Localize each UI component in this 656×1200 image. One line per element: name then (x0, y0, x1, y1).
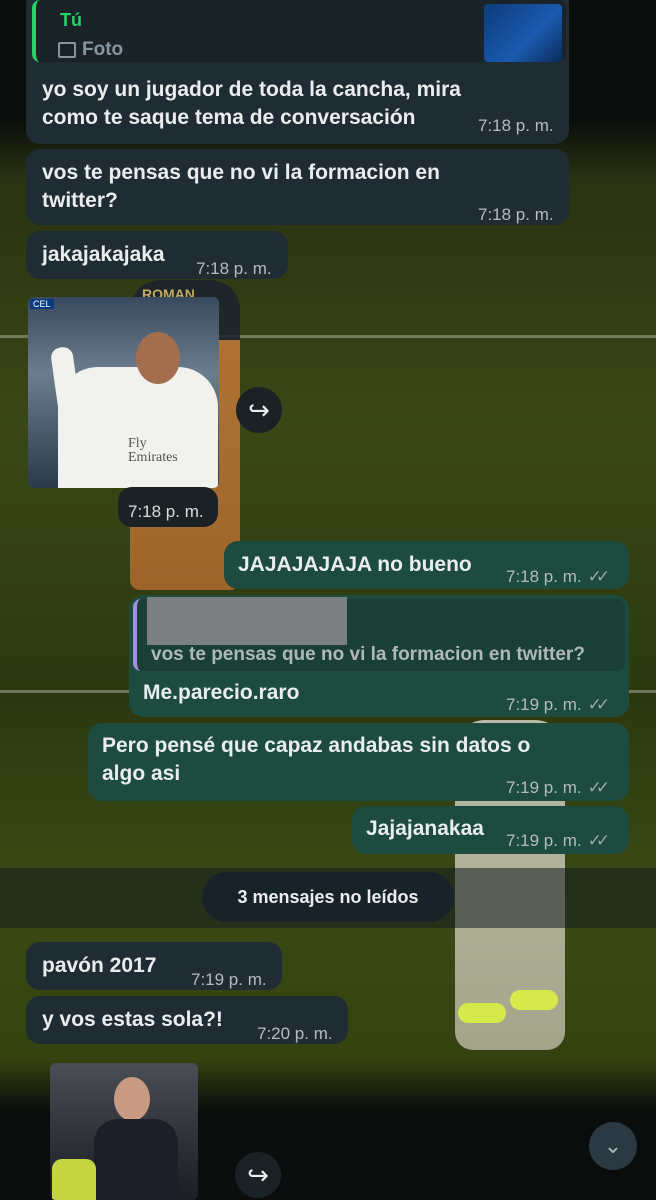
quoted-text: vos te pensas que no vi la formacion en … (151, 644, 585, 665)
message-time: 7:18 p. m. (506, 567, 582, 586)
message-bubble-incoming[interactable]: y vos estas sola?! 7:20 p. m. (26, 996, 348, 1044)
image-shirt-text: Fly Emirates (128, 436, 178, 465)
forward-icon[interactable]: ↪ (236, 387, 282, 433)
quoted-message[interactable]: vos te pensas que no vi la formacion en … (133, 597, 625, 671)
message-time: 7:18 p. m. (478, 205, 554, 224)
message-bubble-outgoing[interactable]: JAJAJAJAJA no bueno 7:18 p. m. ✓✓ (224, 541, 629, 589)
message-time-status: 7:19 p. m. ✓✓ (506, 774, 610, 802)
message-text: yo soy un jugador de toda la cancha, mir… (42, 78, 461, 101)
message-bubble-outgoing[interactable]: vos te pensas que no vi la formacion en … (129, 595, 629, 717)
image-figure-jacket (52, 1159, 96, 1200)
message-bubble-incoming[interactable]: jakajakajaka 7:18 p. m. (26, 231, 288, 279)
message-time: 7:19 p. m. (191, 970, 267, 989)
message-bubble-incoming[interactable]: Tú Foto yo soy un jugador de toda la can… (26, 0, 569, 144)
message-text: twitter? (42, 189, 118, 212)
image-corner-label: CEL (30, 299, 54, 309)
message-time: 7:18 p. m. (196, 259, 272, 278)
message-time: 7:20 p. m. (257, 1024, 333, 1043)
reply-media-row: Foto (58, 36, 123, 64)
message-time: 7:18 p. m. (128, 502, 204, 521)
double-check-icon: ✓✓ (587, 567, 610, 586)
image-timestamp-chip: 7:18 p. m. (118, 487, 218, 527)
message-text: Me.parecio.raro (143, 681, 300, 704)
message-time: 7:19 p. m. (506, 778, 582, 797)
message-bubble-incoming[interactable]: vos te pensas que no vi la formacion en … (26, 149, 569, 225)
photo-icon (58, 42, 76, 58)
message-time: 7:19 p. m. (506, 695, 582, 714)
quoted-redacted-block (147, 597, 347, 645)
wallpaper-shoe (458, 1003, 506, 1023)
message-text: pavón 2017 (42, 954, 157, 977)
image-message[interactable] (50, 1063, 198, 1200)
message-text: y vos estas sola?! (42, 1008, 223, 1031)
message-bubble-outgoing[interactable]: Pero pensé que capaz andabas sin datos o… (88, 723, 629, 801)
wallpaper-shoe (510, 990, 558, 1010)
reply-media-label: Foto (82, 39, 124, 60)
image-figure-head (136, 332, 180, 384)
message-time-status: 7:19 p. m. ✓✓ (506, 827, 610, 855)
reply-author: Tú (60, 10, 82, 30)
unread-messages-banner: 3 mensajes no leídos (202, 872, 454, 922)
message-bubble-incoming[interactable]: pavón 2017 7:19 p. m. (26, 942, 282, 990)
double-check-icon: ✓✓ (587, 695, 610, 714)
scroll-to-bottom-button[interactable]: ⌄ (589, 1122, 637, 1170)
message-bubble-outgoing[interactable]: Jajajanakaa 7:19 p. m. ✓✓ (352, 806, 629, 854)
image-figure-suit (94, 1119, 178, 1200)
message-text: vos te pensas que no vi la formacion en (42, 161, 440, 184)
forward-icon[interactable]: ↪ (235, 1152, 281, 1198)
image-figure-head (114, 1077, 150, 1121)
message-time: 7:18 p. m. (478, 116, 554, 135)
double-check-icon: ✓✓ (587, 831, 610, 850)
message-time: 7:19 p. m. (506, 831, 582, 850)
message-text: jakajakajaka (42, 243, 165, 266)
message-time-status: 7:19 p. m. ✓✓ (506, 691, 610, 719)
message-text: Jajajanakaa (366, 817, 484, 840)
image-message[interactable]: CEL Fly Emirates (28, 297, 219, 488)
reply-thumbnail (484, 4, 562, 62)
message-text: JAJAJAJAJA no bueno (238, 553, 472, 576)
message-text: algo asi (102, 762, 181, 785)
reply-preview[interactable]: Tú Foto (32, 0, 566, 62)
message-text: como te saque tema de conversación (42, 106, 416, 129)
message-text: Pero pensé que capaz andabas sin datos o (102, 734, 531, 757)
double-check-icon: ✓✓ (587, 778, 610, 797)
message-time-status: 7:18 p. m. ✓✓ (506, 563, 610, 591)
chevron-double-down-icon: ⌄ (603, 1133, 623, 1158)
